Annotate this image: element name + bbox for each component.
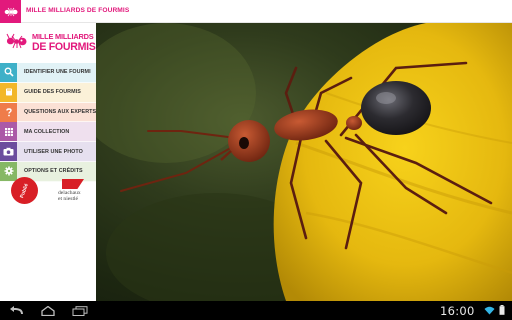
action-bar: MILLE MILLIARDS DE FOURMIS xyxy=(0,0,512,23)
grid-icon xyxy=(0,122,17,142)
ant-logo-icon xyxy=(6,33,27,49)
book-icon xyxy=(0,82,17,102)
ant-app-icon xyxy=(4,7,17,16)
publisher-2-line-2: et niestlé xyxy=(58,196,79,202)
battery-icon xyxy=(499,305,505,315)
search-icon xyxy=(0,62,17,82)
sidebar: MILLE MILLIARDS DE FOURMIS IDENTIFIER UN… xyxy=(0,23,96,301)
ant-on-flower-image xyxy=(96,23,512,301)
menu-item-identifier[interactable]: IDENTIFIER UNE FOURMI xyxy=(0,62,96,83)
menu-label: GUIDE DES FOURMIS xyxy=(24,89,81,96)
publisher-2-flag xyxy=(62,179,84,189)
question-icon xyxy=(0,102,17,122)
partner-logos: Publié delachaux et niestlé xyxy=(0,175,96,211)
menu-item-photo[interactable]: UTILISER UNE PHOTO xyxy=(0,142,96,162)
wifi-icon xyxy=(484,306,495,314)
recent-apps-icon xyxy=(72,305,88,316)
logo-line-2: DE FOURMIS xyxy=(32,41,96,53)
menu-item-questions[interactable]: QUESTIONS AUX EXPERTS xyxy=(0,102,97,123)
menu-label: QUESTIONS AUX EXPERTS xyxy=(24,108,97,115)
logo-text: MILLE MILLIARDS DE FOURMIS xyxy=(32,32,96,52)
home-icon xyxy=(41,305,55,316)
camera-icon xyxy=(0,142,17,162)
main-menu: IDENTIFIER UNE FOURMI GUIDE DES FOURMIS … xyxy=(0,62,97,182)
publisher-logo-2[interactable]: delachaux et niestlé xyxy=(58,179,88,207)
menu-label: MA COLLECTION xyxy=(24,128,70,135)
ant-photo[interactable] xyxy=(96,23,512,301)
system-nav-bar: 16:00 xyxy=(0,301,512,320)
app-title: MILLE MILLIARDS DE FOURMIS xyxy=(26,7,130,14)
recent-apps-button[interactable] xyxy=(71,304,89,317)
back-icon xyxy=(10,306,23,314)
app-logo: MILLE MILLIARDS DE FOURMIS xyxy=(6,29,96,59)
publisher-2-text: delachaux et niestlé xyxy=(58,190,81,202)
home-button[interactable] xyxy=(39,304,57,317)
publisher-1-text: Publié xyxy=(19,182,30,199)
menu-label: UTILISER UNE PHOTO xyxy=(24,148,83,155)
status-icons xyxy=(484,305,505,315)
status-clock: 16:00 xyxy=(440,304,475,318)
menu-label: OPTIONS ET CRÉDITS xyxy=(24,168,83,175)
menu-label: IDENTIFIER UNE FOURMI xyxy=(24,69,91,76)
menu-item-guide[interactable]: GUIDE DES FOURMIS xyxy=(0,82,96,103)
app-icon[interactable] xyxy=(0,0,21,23)
menu-item-collection[interactable]: MA COLLECTION xyxy=(0,122,96,143)
publisher-logo-1[interactable]: Publié xyxy=(11,177,38,204)
back-button[interactable] xyxy=(8,304,26,317)
